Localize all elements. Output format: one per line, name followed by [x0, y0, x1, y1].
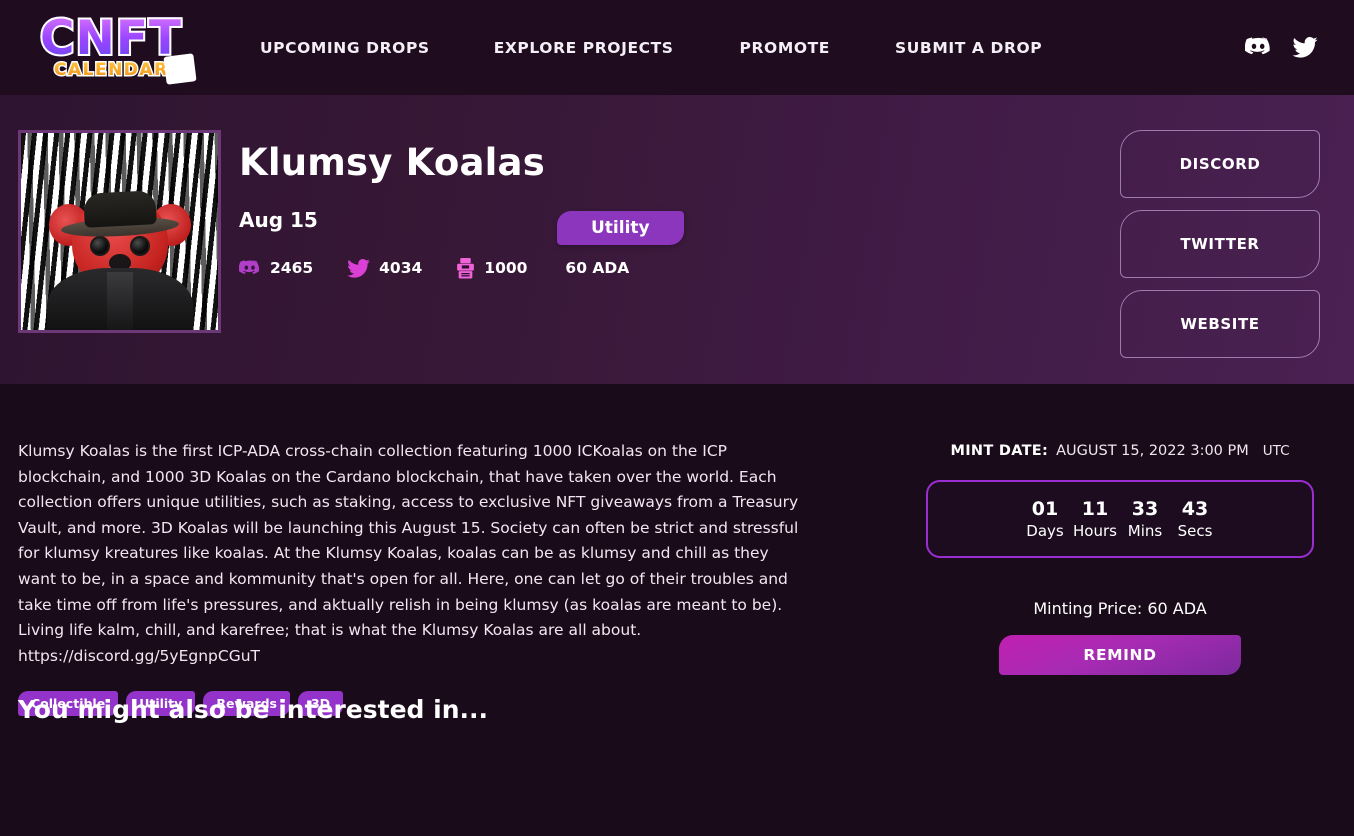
project-info: Klumsy Koalas Aug 15 Utility 2465 4034 1…: [239, 141, 1120, 279]
project-description: Klumsy Koalas is the first ICP-ADA cross…: [18, 442, 799, 665]
countdown-mins-label: Mins: [1127, 521, 1163, 540]
stat-twitter-followers: 4034: [347, 258, 423, 278]
stat-value: 2465: [270, 259, 314, 278]
related-section-title: You might also be interested in...: [18, 695, 489, 724]
stat-discord-members: 2465: [239, 259, 313, 277]
project-links: DISCORD TWITTER WEBSITE: [1120, 130, 1320, 358]
countdown-secs-value: 43: [1181, 497, 1209, 520]
stat-value: 4034: [379, 259, 423, 278]
stat-value: 60 ADA: [565, 259, 630, 278]
stat-price: 60 ADA: [565, 259, 629, 277]
stat-value: 1000: [484, 259, 528, 278]
website-button[interactable]: WEBSITE: [1120, 290, 1320, 358]
countdown-days-value: 01: [1031, 497, 1059, 520]
minting-price: Minting Price: 60 ADA: [1033, 599, 1207, 618]
discord-icon[interactable]: [1245, 37, 1272, 58]
remind-button[interactable]: REMIND: [999, 635, 1241, 675]
countdown-mins: 33 Mins: [1120, 498, 1170, 541]
countdown-days: 01 Days: [1020, 498, 1070, 541]
countdown-hours: 11 Hours: [1070, 498, 1120, 541]
status-badge: Utility: [557, 211, 684, 245]
twitter-button[interactable]: TWITTER: [1120, 210, 1320, 278]
countdown-mins-value: 33: [1131, 497, 1159, 520]
countdown-secs-label: Secs: [1177, 521, 1213, 540]
stat-supply: 1000: [456, 257, 528, 279]
mint-machine-icon: [456, 257, 475, 279]
countdown-hours-label: Hours: [1073, 521, 1117, 540]
nav-item-submit-a-drop[interactable]: SUBMIT A DROP: [895, 29, 1042, 67]
mint-date-label: MINT DATE:: [950, 443, 1049, 459]
nav-item-upcoming-drops[interactable]: UPCOMING DROPS: [260, 29, 430, 67]
related-section: You might also be interested in...: [0, 695, 1354, 724]
discord-icon: [239, 260, 261, 277]
countdown-timer: 01 Days 11 Hours 33 Mins 43 Secs: [926, 480, 1314, 558]
twitter-icon[interactable]: [1292, 37, 1318, 58]
discord-button[interactable]: DISCORD: [1120, 130, 1320, 198]
header-social-links: [1245, 37, 1330, 58]
logo-secondary-text: CALENDAR: [54, 59, 169, 80]
nav-item-promote[interactable]: PROMOTE: [740, 29, 830, 67]
countdown-hours-value: 11: [1081, 497, 1109, 520]
main-navigation: UPCOMING DROPS EXPLORE PROJECTS PROMOTE …: [260, 29, 1042, 67]
nav-item-explore-projects[interactable]: EXPLORE PROJECTS: [494, 29, 674, 67]
logo-primary-text: CNFT: [40, 10, 182, 66]
project-thumbnail: [18, 130, 221, 333]
site-logo[interactable]: CNFT CNFT CALENDAR CALENDAR: [18, 9, 214, 87]
mint-date-value: AUGUST 15, 2022 3:00 PM: [1056, 443, 1249, 459]
mint-date-timezone: UTC: [1262, 443, 1290, 459]
countdown-days-label: Days: [1026, 521, 1064, 540]
project-hero: Klumsy Koalas Aug 15 Utility 2465 4034 1…: [0, 95, 1354, 384]
site-header: CNFT CNFT CALENDAR CALENDAR UPCOMING DRO…: [0, 0, 1354, 95]
koala-avatar-illustration: [45, 170, 195, 330]
twitter-icon: [347, 258, 371, 278]
main-content: Klumsy Koalas is the first ICP-ADA cross…: [0, 384, 1354, 752]
page-title: Klumsy Koalas: [239, 141, 545, 184]
project-stats: 2465 4034 1000 60 ADA: [239, 257, 1120, 279]
countdown-secs: 43 Secs: [1170, 498, 1220, 541]
calendar-icon: [163, 52, 197, 85]
mint-date: MINT DATE: AUGUST 15, 2022 3:00 PM UTC: [950, 443, 1289, 459]
